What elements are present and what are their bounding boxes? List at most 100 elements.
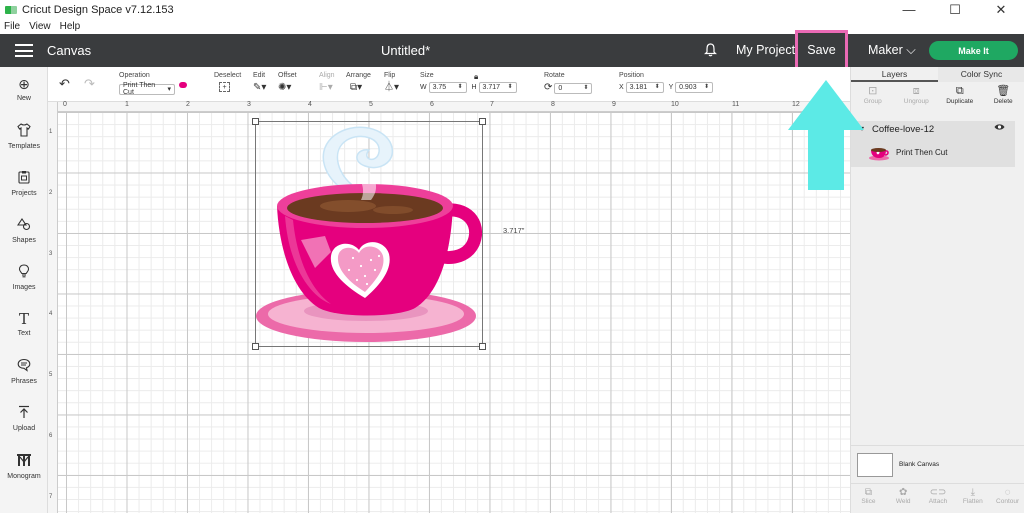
resize-handle[interactable] <box>479 343 486 350</box>
position-group: Position X 3.181 ⬍ Y 0.903 ⬍ <box>619 72 714 93</box>
maximize-icon[interactable]: ☐ <box>932 0 978 20</box>
slice-icon: ⧉ <box>864 487 872 498</box>
stepper-icon[interactable]: ⬍ <box>458 84 463 90</box>
ruler-tick-label: 6 <box>49 433 53 439</box>
contour-button[interactable]: ◌ Contour <box>990 484 1024 513</box>
menu-file[interactable]: File <box>4 20 20 34</box>
sidebar-item-upload[interactable]: Upload <box>0 405 48 432</box>
flip-icon[interactable]: ⏃▾ <box>384 82 399 93</box>
visibility-eye-icon[interactable] <box>994 123 1005 134</box>
ruler-tick-label: 3 <box>247 101 251 108</box>
menu-view[interactable]: View <box>29 20 51 34</box>
flip-label: Flip <box>384 72 396 79</box>
layer-name: Print Then Cut <box>896 148 948 157</box>
stepper-icon[interactable]: ⬍ <box>704 84 709 90</box>
hamburger-menu-icon[interactable] <box>15 44 33 57</box>
ruler-vertical: 1 2 3 4 5 6 7 <box>48 102 58 513</box>
window-titlebar: Cricut Design Space v7.12.153 — ☐ ✕ <box>0 0 1024 20</box>
layers-panel: Layers Color Sync ⊡ Group ⧈ Ungroup ⧉ Dupli… <box>850 67 1024 513</box>
cricut-app-icon <box>5 6 17 14</box>
width-input[interactable]: 3.75 ⬍ <box>428 82 467 93</box>
sidebar-item-new[interactable]: ⊕ New <box>0 76 48 102</box>
tab-color-sync[interactable]: Color Sync <box>938 67 1024 82</box>
ruler-tick-label: 5 <box>369 101 373 108</box>
close-icon[interactable]: ✕ <box>978 0 1024 20</box>
flatten-icon: ⤓ <box>970 487 975 498</box>
sidebar-item-templates[interactable]: Templates <box>0 123 48 150</box>
deselect-group: Deselect + <box>214 72 241 92</box>
sidebar-item-phrases[interactable]: Phrases <box>0 358 48 385</box>
my-projects-link[interactable]: My Projects <box>736 43 801 57</box>
sidebar-item-text[interactable]: T Text <box>0 311 48 337</box>
resize-handle[interactable] <box>252 118 259 125</box>
layer-group-row[interactable]: ▾ Coffee-love-12 Print Then Cut <box>851 121 1015 167</box>
duplicate-button[interactable]: ⧉ Duplicate <box>938 83 982 117</box>
blank-canvas-row[interactable]: Blank Canvas <box>851 445 1024 483</box>
ruler-tick-label: 9 <box>612 101 616 108</box>
layer-group-name: Coffee-love-12 <box>872 124 935 135</box>
layers-panel-tabs: Layers Color Sync <box>851 67 1024 82</box>
offset-icon[interactable]: ✺▾ <box>278 82 291 93</box>
stepper-icon[interactable]: ⬍ <box>508 84 513 90</box>
flatten-button[interactable]: ⤓ Flatten <box>955 484 990 513</box>
shapes-icon <box>0 217 48 234</box>
shirt-icon <box>0 123 48 140</box>
stepper-icon[interactable]: ⬍ <box>583 85 588 91</box>
menu-help[interactable]: Help <box>60 20 81 34</box>
blank-canvas-label: Blank Canvas <box>899 461 940 468</box>
slice-button[interactable]: ⧉ Slice <box>851 484 886 513</box>
position-label: Position <box>619 72 644 79</box>
app-header: Canvas Untitled* My Projects Save Maker … <box>0 30 1024 70</box>
operation-select[interactable]: Print Then Cut ▾ <box>119 82 175 96</box>
attach-button[interactable]: ⊂⊃ Attach <box>921 484 956 513</box>
arrange-group: Arrange ⧉▾ <box>346 72 371 93</box>
redo-icon[interactable]: ↷ <box>84 77 95 90</box>
contour-icon: ◌ <box>1004 487 1011 498</box>
arrange-icon[interactable]: ⧉▾ <box>350 82 362 93</box>
ungroup-button[interactable]: ⧈ Ungroup <box>895 83 939 117</box>
ruler-tick-label: 10 <box>671 101 679 108</box>
layer-thumbnail-icon <box>869 148 889 161</box>
rotate-icon[interactable]: ⟳ <box>544 82 552 93</box>
edit-label: Edit <box>253 72 266 79</box>
resize-handle[interactable] <box>252 343 259 350</box>
canvas-color-swatch[interactable] <box>857 453 893 477</box>
x-input[interactable]: 3.181 ⬍ <box>625 82 664 93</box>
speech-bubble-icon <box>0 358 48 375</box>
width-label: W <box>420 84 427 91</box>
align-label: Align <box>319 72 335 79</box>
machine-selector[interactable]: Maker ⌵ <box>868 43 916 58</box>
rotate-input[interactable]: 0 ⬍ <box>554 83 593 94</box>
arrange-label: Arrange <box>346 72 371 79</box>
sidebar-item-monogram[interactable]: Monogram <box>0 453 48 480</box>
weld-button[interactable]: ✿ Weld <box>886 484 921 513</box>
ruler-tick-label: 4 <box>49 311 53 317</box>
ruler-tick-label: 3 <box>49 251 53 257</box>
align-icon[interactable]: ⊩▾ <box>319 82 333 93</box>
resize-handle[interactable] <box>479 118 486 125</box>
design-canvas[interactable]: 3.717" <box>58 112 850 513</box>
trash-icon: 🗑︎ <box>996 85 1011 97</box>
deselect-icon[interactable]: + <box>219 82 230 92</box>
pencil-icon[interactable]: ✎▾ <box>253 82 266 93</box>
height-input[interactable]: 3.717 ⬍ <box>478 82 517 93</box>
stepper-icon[interactable]: ⬍ <box>655 84 660 90</box>
window-controls: — ☐ ✕ <box>886 0 1024 20</box>
undo-icon[interactable]: ↶ <box>59 77 70 90</box>
y-input[interactable]: 0.903 ⬍ <box>675 82 714 93</box>
sidebar-item-projects[interactable]: Projects <box>0 170 48 197</box>
minimize-icon[interactable]: — <box>886 0 932 20</box>
lock-proportions-icon[interactable]: 🔒︎ <box>474 72 478 82</box>
delete-button[interactable]: 🗑︎ Delete <box>982 83 1024 117</box>
edit-toolbar: ↶ ↷ Operation Print Then Cut ▾ Deselect +… <box>48 67 850 102</box>
sidebar-item-shapes[interactable]: Shapes <box>0 217 48 244</box>
weld-icon: ✿ <box>899 487 908 498</box>
ruler-tick-label: 8 <box>551 101 555 108</box>
make-it-button[interactable]: Make It <box>929 41 1018 60</box>
selection-bounding-box[interactable] <box>252 118 486 350</box>
print-color-swatch-icon[interactable] <box>178 82 187 89</box>
sidebar-item-images[interactable]: Images <box>0 264 48 291</box>
layer-tools: ⊡ Group ⧈ Ungroup ⧉ Duplicate 🗑︎ Delete <box>851 83 1024 117</box>
save-button[interactable]: Save <box>795 30 848 70</box>
notification-bell-icon[interactable] <box>704 43 717 60</box>
